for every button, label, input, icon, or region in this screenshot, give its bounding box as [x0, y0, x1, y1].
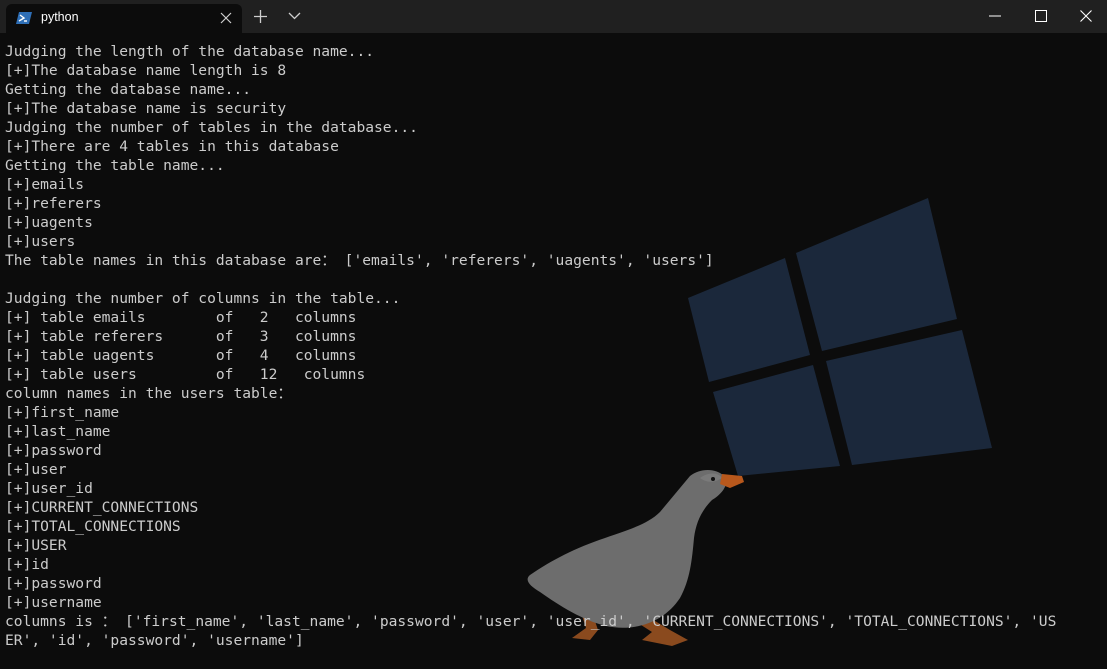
output-line: [+]uagents	[5, 214, 93, 231]
output-line: [+]TOTAL_CONNECTIONS	[5, 518, 181, 535]
output-line: Judging the length of the database name.…	[5, 43, 375, 60]
output-line: [+]username	[5, 594, 102, 611]
close-window-button[interactable]	[1064, 0, 1107, 33]
maximize-icon	[1035, 10, 1047, 22]
new-tab-button[interactable]	[248, 0, 274, 33]
output-line: Getting the table name...	[5, 157, 225, 174]
output-line: [+]users	[5, 233, 76, 250]
output-line: Judging the number of columns in the tab…	[5, 290, 401, 307]
minimize-button[interactable]	[972, 0, 1018, 33]
plus-icon	[254, 10, 267, 23]
tab-title: python	[41, 10, 79, 24]
output-line: [+] table emails of 2 columns	[5, 309, 357, 326]
output-line: [+] table uagents of 4 columns	[5, 347, 357, 364]
minimize-icon	[989, 15, 1001, 17]
output-line: [+]The database name length is 8	[5, 62, 287, 79]
close-icon	[1080, 10, 1092, 22]
powershell-icon	[16, 12, 32, 24]
output-line: [+]first_name	[5, 404, 120, 421]
output-line: The table names in this database are： ['…	[5, 252, 714, 269]
output-line: [+]last_name	[5, 423, 111, 440]
output-line: [+]id	[5, 556, 49, 573]
output-line: column names in the users table：	[5, 385, 292, 402]
output-line: [+]user	[5, 461, 67, 478]
output-line: [+]There are 4 tables in this database	[5, 138, 339, 155]
chevron-down-icon	[288, 12, 301, 20]
output-line: [+]password	[5, 442, 102, 459]
output-line: ER', 'id', 'password', 'username']	[5, 632, 304, 649]
terminal-output[interactable]: Judging the length of the database name.…	[5, 42, 1105, 669]
output-line: Judging the number of tables in the data…	[5, 119, 418, 136]
output-line: [+]USER	[5, 537, 67, 554]
output-line: [+]user_id	[5, 480, 93, 497]
output-line: [+] table users of 12 columns	[5, 366, 366, 383]
maximize-button[interactable]	[1018, 0, 1064, 33]
output-line: columns is ： ['first_name', 'last_name',…	[5, 613, 1057, 630]
tab-dropdown-button[interactable]	[280, 0, 308, 33]
tab-python[interactable]: python	[6, 4, 242, 33]
output-line: [+] table referers of 3 columns	[5, 328, 357, 345]
terminal-window: python Judging the length of the databas…	[0, 0, 1107, 669]
output-line: [+]referers	[5, 195, 102, 212]
shell-prompt[interactable]: ➜python	[5, 650, 1105, 669]
output-line: Getting the database name...	[5, 81, 252, 98]
output-line: [+]The database name is security	[5, 100, 287, 117]
output-line: [+]password	[5, 575, 102, 592]
close-tab-icon[interactable]	[218, 10, 234, 26]
output-line: [+]emails	[5, 176, 85, 193]
output-line: [+]CURRENT_CONNECTIONS	[5, 499, 199, 516]
title-bar: python	[0, 0, 1107, 33]
